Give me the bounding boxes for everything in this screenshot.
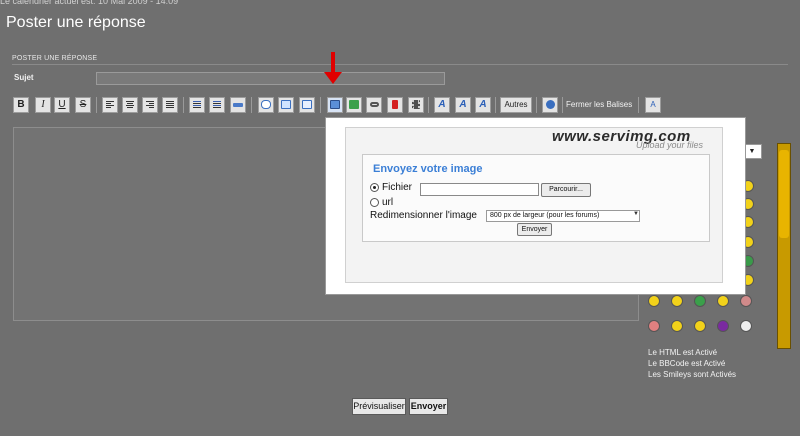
bbcode-status: Le BBCode est Activé [648,359,726,368]
font-family-icon: A [479,99,487,110]
form-header: POSTER UNE RÉPONSE [12,55,98,62]
link-icon [369,102,379,107]
url-label: url [382,197,394,208]
browse-button[interactable]: Parcourir... [541,183,591,197]
help-icon [545,100,555,109]
resize-label: Redimensionner l'image [370,210,477,221]
align-right-icon [146,101,154,109]
html-status: Le HTML est Activé [648,348,718,357]
align-right-button[interactable] [142,97,158,113]
toolbar-separator [495,97,496,113]
smiley-icon[interactable] [717,295,729,307]
toolbar-separator [251,97,252,113]
upload-image-button[interactable] [327,97,343,113]
upload-form-title: Envoyez votre image [373,163,483,175]
file-radio[interactable] [370,183,379,192]
smiley-icon[interactable] [717,320,729,332]
upload-send-button[interactable]: Envoyer [517,223,552,236]
align-left-icon [106,101,114,109]
toolbar-separator [562,97,563,113]
justify-button[interactable] [162,97,178,113]
chevron-down-icon: ▼ [633,211,639,217]
quote-icon [261,100,271,109]
code-button[interactable] [278,97,294,113]
text-size-button[interactable]: A [645,97,661,113]
file-input[interactable] [420,183,539,196]
send-button[interactable]: Envoyer [409,398,448,415]
toolbar-separator [428,97,429,113]
flash-button[interactable] [387,97,403,113]
smiley-icon[interactable] [648,295,660,307]
strike-button[interactable]: S [75,97,91,113]
toolbar-separator [96,97,97,113]
smileys-status: Les Smileys sont Activés [648,370,737,379]
page-title: Poster une réponse [6,14,146,31]
file-label: Fichier [382,182,413,193]
smiley-icon[interactable] [694,320,706,332]
italic-button[interactable]: I [35,97,51,113]
toolbar-separator [320,97,321,113]
image-icon [349,100,359,109]
other-tags-button[interactable]: Autres [500,97,532,113]
red-arrow-icon [324,52,342,84]
font-color-button[interactable]: A [434,97,450,113]
bullet-list-button[interactable] [189,97,205,113]
smiley-icon[interactable] [671,295,683,307]
font-size-icon: A [459,99,467,110]
subject-label: Sujet [14,73,34,82]
smiley-icon[interactable] [671,320,683,332]
numbered-list-button[interactable] [209,97,225,113]
horizontal-rule-icon [233,103,243,107]
align-left-button[interactable] [102,97,118,113]
resize-select[interactable]: 800 px de largeur (pour les forums) [486,210,640,222]
subject-input[interactable] [96,72,445,85]
film-icon [412,100,420,109]
quote-button[interactable] [258,97,274,113]
url-radio[interactable] [370,198,379,207]
smiley-icon[interactable] [694,295,706,307]
smiley-icon[interactable] [648,320,660,332]
image-button[interactable] [346,97,362,113]
bold-button[interactable]: B [13,97,29,113]
chevron-down-icon: ▼ [748,148,756,155]
flash-icon [392,100,398,109]
code-icon [281,100,291,109]
spoiler-icon [302,100,312,109]
host-image-icon [330,100,340,109]
bullet-list-icon [193,101,201,109]
font-color-icon: A [438,99,446,110]
font-family-button[interactable]: A [475,97,491,113]
hr-button[interactable] [230,97,246,113]
servimg-tagline: Upload your files [636,140,704,150]
link-button[interactable] [366,97,382,113]
preview-button[interactable]: Prévisualiser [352,398,406,415]
align-center-icon [126,101,134,109]
help-button[interactable] [542,97,558,113]
justify-icon [166,101,174,109]
scrollbar-thumb[interactable] [779,150,789,238]
close-tags-button[interactable]: Fermer les Balises [566,97,632,113]
toolbar-separator [536,97,537,113]
toolbar-separator [638,97,639,113]
spoiler-button[interactable] [299,97,315,113]
underline-button[interactable]: U [54,97,70,113]
font-size-button[interactable]: A [455,97,471,113]
top-strip: Le calendrier actuel est: 10 Mai 2009 - … [0,0,179,6]
smiley-icon[interactable] [740,295,752,307]
text-size-icon: A [650,100,656,109]
smiley-icon[interactable] [740,320,752,332]
align-center-button[interactable] [122,97,138,113]
divider [12,64,788,65]
video-button[interactable] [408,97,424,113]
toolbar-separator [183,97,184,113]
numbered-list-icon [213,101,221,109]
